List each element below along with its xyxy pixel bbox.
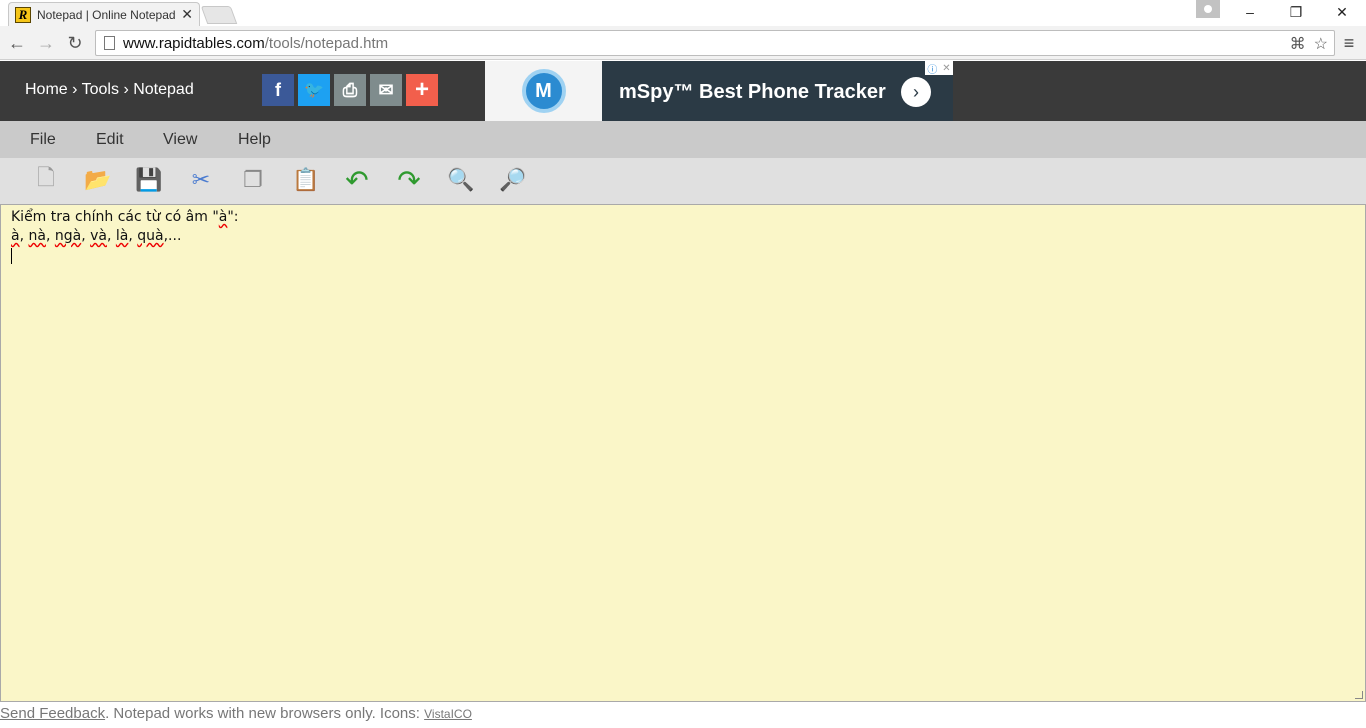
redo-icon[interactable]: ↷	[393, 164, 425, 196]
breadcrumb-notepad[interactable]: Notepad	[133, 81, 194, 98]
editor-toolbar: 🗋 📂 💾 ✂ ❐ 📋 ↶ ↷ 🔍 🔎	[0, 158, 1366, 204]
restore-button[interactable]: ❐	[1273, 0, 1319, 24]
browser-tab[interactable]: R Notepad | Online Notepad ✕	[8, 2, 200, 26]
site-header: Home › Tools › Notepad f 🐦 ⎙ ✉ + M mSpy™…	[0, 61, 1366, 121]
reload-icon[interactable]: ↻	[63, 31, 87, 55]
footer-note: . Notepad works with new browsers only. …	[105, 705, 425, 722]
ad-choices-icon[interactable]: ⓘ ✕	[925, 61, 953, 76]
save-icon[interactable]: 💾	[133, 164, 165, 196]
browser-tabstrip: R Notepad | Online Notepad ✕ – ❐ ✕	[0, 0, 1366, 26]
open-file-icon[interactable]: 📂	[82, 164, 114, 196]
page-footer: Send Feedback. Notepad works with new br…	[0, 705, 472, 722]
advertisement-banner[interactable]: M mSpy™ Best Phone Tracker › ⓘ ✕	[485, 61, 953, 121]
tab-title: Notepad | Online Notepad	[37, 7, 176, 22]
ad-text: mSpy™ Best Phone Tracker	[619, 81, 886, 103]
menu-help[interactable]: Help	[238, 131, 271, 149]
new-file-icon[interactable]: 🗋	[30, 164, 62, 196]
breadcrumb-tools[interactable]: Tools	[82, 81, 119, 98]
menu-bar: File Edit View Help	[0, 121, 1366, 158]
rapidtables-favicon-icon: R	[15, 6, 31, 23]
text-caret	[11, 248, 12, 264]
editor-line-2: à, nà, ngà, và, là, quà,...	[11, 228, 182, 244]
close-window-button[interactable]: ✕	[1319, 0, 1365, 24]
menu-file[interactable]: File	[30, 131, 56, 149]
forward-arrow-icon[interactable]: →	[34, 31, 58, 55]
back-arrow-icon[interactable]: ←	[5, 31, 29, 55]
tab-close-icon[interactable]: ✕	[181, 6, 193, 23]
email-icon[interactable]: ✉	[370, 74, 402, 106]
ad-logo: M	[485, 61, 602, 121]
zoom-out-icon[interactable]: 🔍	[445, 164, 477, 196]
browser-toolbar: ← → ↻ www.rapidtables.com/tools/notepad.…	[0, 26, 1366, 60]
breadcrumb-separator: ›	[72, 81, 78, 98]
cut-icon[interactable]: ✂	[185, 164, 217, 196]
send-feedback-link[interactable]: Send Feedback	[0, 705, 105, 722]
plus-icon[interactable]: +	[406, 74, 438, 106]
zoom-in-icon[interactable]: 🔎	[497, 164, 529, 196]
copy-icon[interactable]: ❐	[237, 164, 269, 196]
breadcrumb-home[interactable]: Home	[25, 81, 68, 98]
editor-line-1: Kiểm tra chính các từ có âm "à":	[11, 209, 239, 225]
page-icon	[104, 36, 115, 50]
menu-view[interactable]: View	[163, 131, 197, 149]
breadcrumb: Home › Tools › Notepad	[25, 81, 194, 99]
url-path: /tools/notepad.htm	[264, 34, 389, 52]
facebook-icon[interactable]: f	[262, 74, 294, 106]
bookmark-star-icon[interactable]: ☆	[1314, 34, 1328, 54]
mspy-logo-icon: M	[521, 69, 566, 113]
notepad-textarea[interactable]: Kiểm tra chính các từ có âm "à": à, nà, …	[0, 204, 1366, 702]
translate-icon[interactable]: ⌘	[1290, 34, 1306, 54]
url-host: www.rapidtables.com	[123, 34, 265, 52]
minimize-button[interactable]: –	[1227, 0, 1273, 24]
menu-edit[interactable]: Edit	[96, 131, 124, 149]
twitter-icon[interactable]: 🐦	[298, 74, 330, 106]
vistaico-link[interactable]: VistaICO	[424, 707, 472, 721]
paste-icon[interactable]: 📋	[290, 164, 322, 196]
address-bar[interactable]: www.rapidtables.com/tools/notepad.htm ⌘ …	[95, 30, 1335, 56]
breadcrumb-separator: ›	[123, 81, 129, 98]
browser-menu-icon[interactable]: ≡	[1340, 33, 1358, 54]
ad-arrow-icon[interactable]: ›	[901, 77, 931, 107]
resize-handle-icon[interactable]	[1355, 691, 1363, 699]
profile-icon[interactable]	[1196, 0, 1220, 18]
print-icon[interactable]: ⎙	[334, 74, 366, 106]
share-buttons: f 🐦 ⎙ ✉ +	[262, 74, 438, 106]
undo-icon[interactable]: ↶	[341, 164, 373, 196]
new-tab-button[interactable]	[200, 6, 238, 24]
